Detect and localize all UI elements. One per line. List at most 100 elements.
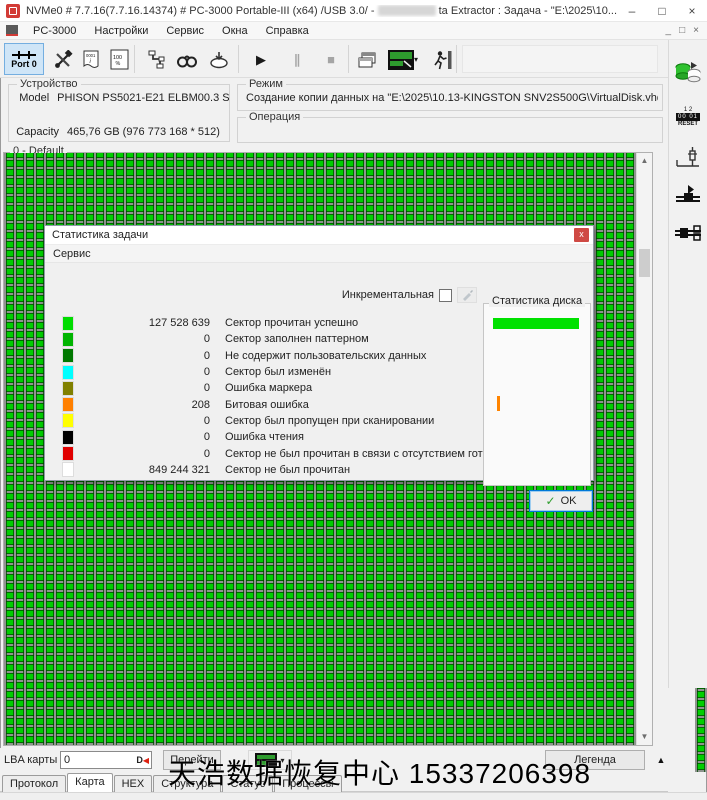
mdi-minimize-button[interactable]: _ (666, 25, 672, 36)
tools-icon (53, 50, 73, 70)
right-sidebar: 1 2 00 01 RESET (668, 40, 707, 688)
cascade-windows-icon (357, 51, 377, 69)
stat-label: Сектор был пропущен при сканировании (225, 415, 434, 427)
tools-button[interactable] (48, 45, 78, 74)
model-label: Model (9, 92, 57, 104)
app-icon (6, 4, 20, 18)
scrollbar-thumb[interactable] (639, 249, 650, 277)
pc3000-window: NVMe0 # 7.7.16(7.7.16.14374) # PC-3000 P… (0, 0, 707, 800)
task-statistics-dialog: Статистика задачи x Сервис Инкрементальн… (44, 225, 594, 481)
menubar: PC-3000 Настройки Сервис Окна Справка _ … (0, 22, 707, 40)
bus-terminal-icon (674, 223, 702, 243)
mdi-close-button[interactable]: × (693, 25, 699, 36)
dialog-close-button[interactable]: x (574, 228, 589, 242)
statistics-list: 127 528 639 Сектор прочитан успешно 0 Се… (45, 315, 479, 478)
cable-icon (147, 50, 167, 70)
exit-task-button[interactable] (428, 45, 458, 74)
scroll-up-arrow-icon[interactable]: ▲ (637, 153, 652, 169)
mdi-restore-button[interactable]: □ (679, 25, 685, 36)
menu-service[interactable]: Сервис (157, 25, 213, 37)
dialog-menu-service[interactable]: Сервис (45, 248, 99, 260)
reset-hex-icon: 00 01 (676, 113, 700, 121)
watermark-text: 天浩数据恢复中心 15337206398 (168, 752, 591, 792)
dec-arrow-icon: ◀ (143, 756, 149, 765)
script-icon: 0001i (81, 49, 101, 71)
collapse-panel-button[interactable]: ▲ (652, 753, 670, 767)
stat-count: 0 (73, 366, 210, 378)
scroll-down-arrow-icon[interactable]: ▼ (637, 729, 652, 745)
data-copy-cylinders-icon (674, 59, 702, 85)
stat-count: 0 (73, 382, 210, 394)
tab-protocol[interactable]: Протокол (2, 775, 66, 792)
maximize-button[interactable]: □ (647, 4, 677, 18)
power-control-button[interactable] (672, 144, 704, 174)
port0-label: Port 0 (11, 60, 37, 69)
tab-map[interactable]: Карта (67, 773, 112, 792)
stat-count: 0 (73, 415, 210, 427)
toolbar-separator (238, 45, 239, 73)
incremental-checkbox[interactable] (439, 289, 452, 302)
port0-button[interactable]: Port 0 (4, 43, 44, 75)
utility-button[interactable] (142, 45, 172, 74)
window-title: NVMe0 # 7.7.16(7.7.16.14374) # PC-3000 P… (26, 5, 617, 17)
window-titlebar: NVMe0 # 7.7.16(7.7.16.14374) # PC-3000 P… (0, 0, 707, 22)
dialog-titlebar[interactable]: Статистика задачи x (45, 226, 593, 245)
edit-colors-button[interactable] (457, 287, 477, 303)
menu-windows[interactable]: Окна (213, 25, 257, 37)
stat-color-swatch (63, 431, 73, 444)
pause-button[interactable]: ∥ (282, 45, 312, 74)
bus-terminal-button[interactable] (672, 220, 704, 246)
stat-label: Ошибка маркера (225, 382, 312, 394)
stop-button[interactable]: ■ (316, 45, 346, 74)
statusbar (0, 792, 707, 800)
mode-group-label: Режим (246, 78, 286, 90)
windows-cascade-button[interactable] (352, 45, 382, 74)
stat-color-swatch (63, 414, 73, 427)
map-view-button[interactable]: ▾ (382, 45, 424, 74)
stat-label: Сектор прочитан успешно (225, 317, 358, 329)
stat-label: Не содержит пользовательских данных (225, 350, 426, 362)
disk-statistics-group: Статистика диска (483, 296, 593, 486)
capacity-value: 465,76 GB (976 773 168 * 512) (67, 126, 220, 138)
minimize-button[interactable]: – (617, 4, 647, 18)
dec-mode-icon[interactable]: D ◀ (136, 755, 151, 765)
run-bus-button[interactable] (672, 182, 704, 210)
chevron-down-icon: ▾ (414, 55, 418, 64)
stat-row: 0 Ошибка маркера (45, 380, 479, 396)
stat-color-swatch (63, 447, 73, 460)
incremental-label: Инкрементальная (342, 289, 434, 301)
stat-color-swatch (63, 317, 73, 330)
svg-text:%: % (115, 61, 120, 67)
lba-input[interactable]: 0 D ◀ (60, 751, 152, 769)
stop-icon: ■ (327, 52, 335, 67)
incremental-row: Инкрементальная (225, 287, 477, 303)
model-value: PHISON PS5021-E21 ELBM00.3 S/N:9H7B (57, 92, 229, 104)
report-button[interactable]: 100% (104, 45, 134, 74)
script-button[interactable]: 0001i (76, 45, 106, 74)
mode-value: Создание копии данных на "E:\2025\10.13-… (246, 92, 658, 104)
binoculars-icon (176, 51, 198, 69)
ok-button[interactable]: ✓ OK (529, 490, 593, 512)
reset-button[interactable]: 1 2 00 01 RESET (672, 102, 704, 132)
task-data-button[interactable] (204, 45, 234, 74)
map-vertical-scrollbar[interactable]: ▲ ▼ (636, 153, 652, 745)
disk-read-ok-bar (493, 318, 579, 329)
dialog-title: Статистика задачи (52, 229, 148, 241)
menu-pc3000[interactable]: PC-3000 (24, 25, 85, 37)
close-button[interactable]: × (677, 4, 707, 18)
tab-hex[interactable]: HEX (114, 775, 153, 792)
data-copy-button[interactable] (672, 56, 704, 88)
disk-restore-icon (208, 50, 230, 70)
menu-settings[interactable]: Настройки (85, 25, 157, 37)
start-button[interactable]: ▶ (246, 45, 276, 74)
stat-row: 208 Битовая ошибка (45, 396, 479, 412)
search-button[interactable] (172, 45, 202, 74)
window-title-redacted (378, 5, 436, 16)
brush-icon (461, 289, 473, 301)
menu-help[interactable]: Справка (257, 25, 318, 37)
stat-label: Сектор был изменён (225, 366, 331, 378)
operation-group-label: Операция (246, 111, 303, 123)
stat-label: Сектор не был прочитан (225, 464, 350, 476)
power-probe-icon (675, 146, 701, 172)
device-group-label: Устройство (17, 78, 81, 90)
